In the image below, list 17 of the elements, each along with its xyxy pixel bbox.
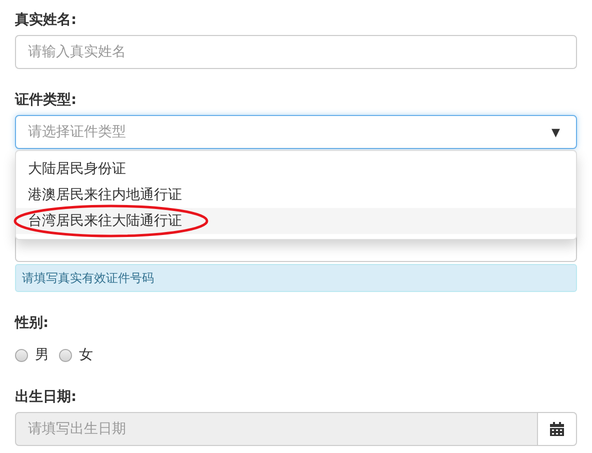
radio-button[interactable] (59, 348, 72, 362)
field-label: 性别: (15, 314, 49, 333)
name-input-field[interactable]: 请输入真实姓名 (15, 35, 577, 69)
help-message: 请填写真实有效证件号码 (15, 264, 577, 292)
radio-label: 男 (35, 346, 49, 364)
field-label: 证件类型: (15, 91, 77, 110)
field-label: 出生日期: (15, 388, 77, 407)
calendar-button[interactable] (538, 412, 577, 446)
id-type-select[interactable]: 请选择证件类型 ▼ (15, 115, 577, 149)
dropdown-option[interactable]: 大陆居民身份证 (16, 156, 576, 182)
radio-label: 女 (79, 346, 93, 364)
radio-button[interactable] (15, 348, 28, 362)
calendar-icon (550, 422, 564, 436)
caret-icon: ▼ (552, 126, 560, 138)
dropdown-option[interactable]: 港澳居民来往内地通行证 (16, 182, 576, 208)
field-label: 真实姓名: (15, 10, 77, 30)
birth-date-input-field[interactable]: 请填写出生日期 (15, 412, 538, 446)
